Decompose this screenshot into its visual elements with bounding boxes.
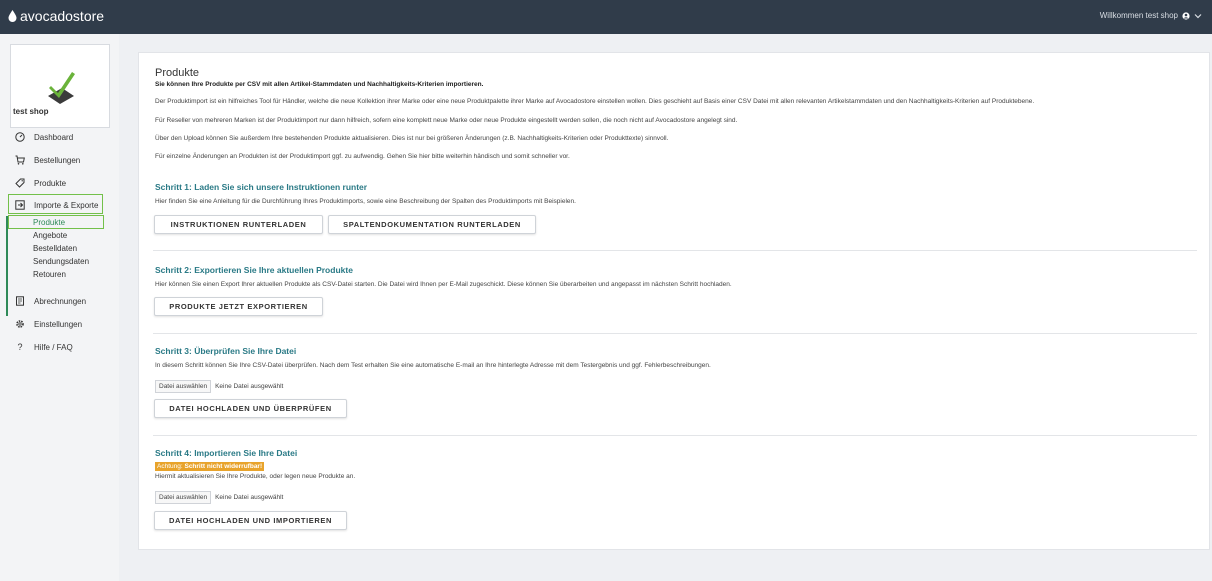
page-subtitle: Sie können Ihre Produkte per CSV mit all…	[155, 81, 484, 88]
sidebar-item-label: Bestellungen	[34, 155, 81, 165]
sidebar-item-einstellungen[interactable]: Einstellungen	[0, 313, 119, 335]
checkmark-logo-icon	[48, 72, 75, 104]
file-input-check[interactable]: Datei auswählen Keine Datei ausgewählt	[155, 380, 283, 393]
invoice-icon	[10, 296, 30, 306]
step3-desc: In diesem Schritt können Sie Ihre CSV-Da…	[155, 362, 711, 369]
step2-desc: Hier können Sie einen Export Ihrer aktue…	[155, 281, 732, 288]
avocado-icon	[8, 10, 17, 22]
subitem-angebote[interactable]: Angebote	[33, 231, 67, 240]
intro-paragraph: Für Reseller von mehreren Marken ist der…	[155, 117, 738, 124]
sidebar-item-dashboard[interactable]: Dashboard	[0, 126, 119, 148]
file-input-import[interactable]: Datei auswählen Keine Datei ausgewählt	[155, 491, 283, 504]
sidebar-item-label: Dashboard	[34, 132, 74, 142]
subitem-retouren[interactable]: Retouren	[33, 270, 66, 279]
warning-prefix: Achtung:	[157, 463, 183, 470]
tag-icon	[10, 178, 30, 188]
file-status: Keine Datei ausgewählt	[215, 383, 284, 390]
choose-file-button[interactable]: Datei auswählen	[155, 380, 212, 393]
step3-title: Schritt 3: Überprüfen Sie Ihre Datei	[155, 346, 297, 356]
step2-title: Schritt 2: Exportieren Sie Ihre aktuelle…	[155, 265, 353, 275]
export-products-button[interactable]: PRODUKTE JETZT EXPORTIEREN	[154, 297, 323, 316]
cart-icon	[10, 155, 30, 165]
top-bar: avocadostore Willkommen test shop	[0, 0, 1212, 34]
shop-name: test shop	[13, 107, 49, 116]
file-status: Keine Datei ausgewählt	[215, 494, 284, 501]
divider	[153, 333, 1197, 334]
user-menu[interactable]: Willkommen test shop	[1100, 11, 1202, 20]
upload-import-button[interactable]: DATEI HOCHLADEN UND IMPORTIEREN	[154, 511, 347, 530]
gear-icon	[10, 319, 30, 329]
choose-file-button[interactable]: Datei auswählen	[155, 491, 212, 504]
sidebar-item-hilfe[interactable]: ? Hilfe / FAQ	[0, 336, 119, 358]
step4-title: Schritt 4: Importieren Sie Ihre Datei	[155, 448, 298, 458]
step4-desc: Hiermit aktualisieren Sie Ihre Produkte,…	[155, 473, 356, 480]
welcome-text: Willkommen test shop	[1099, 11, 1178, 20]
user-icon	[1182, 11, 1190, 20]
page-title: Produkte	[155, 67, 200, 79]
subitem-bestelldaten[interactable]: Bestelldaten	[33, 244, 77, 253]
question-icon: ?	[17, 342, 23, 352]
upload-check-button[interactable]: DATEI HOCHLADEN UND ÜBERPRÜFEN	[154, 399, 347, 418]
step1-title: Schritt 1: Laden Sie sich unsere Instruk…	[155, 182, 368, 192]
sidebar-item-produkte[interactable]: Produkte	[0, 172, 119, 194]
sidebar-item-label: Hilfe / FAQ	[34, 342, 73, 352]
sidebar-item-label: Einstellungen	[34, 319, 83, 329]
warning-text: Schritt nicht widerrufbar!	[184, 463, 263, 470]
subitem-sendungsdaten[interactable]: Sendungsdaten	[33, 257, 89, 266]
brand-name: avocadostore	[20, 8, 105, 24]
sidebar-item-label: Importe & Exporte	[34, 200, 99, 210]
intro-paragraph: Über den Upload können Sie außerdem Ihre…	[155, 135, 669, 142]
chevron-down-icon	[1194, 13, 1202, 18]
download-instructions-button[interactable]: INSTRUKTIONEN RUNTERLADEN	[154, 215, 323, 234]
download-columns-doc-button[interactable]: SPALTENDOKUMENTATION RUNTERLADEN	[328, 215, 536, 234]
intro-paragraph: Der Produktimport ist ein hilfreiches To…	[155, 98, 1035, 105]
import-card: Produkte Sie können Ihre Produkte per CS…	[138, 52, 1210, 550]
sidebar-item-bestellungen[interactable]: Bestellungen	[0, 149, 119, 171]
sidebar: test shop Dashboard Bestellungen Produkt…	[0, 34, 119, 581]
step1-desc: Hier finden Sie eine Anleitung für die D…	[155, 198, 576, 205]
subitem-produkte[interactable]: Produkte	[33, 218, 65, 227]
import-icon	[10, 200, 30, 210]
brand-logo[interactable]: avocadostore	[8, 8, 104, 24]
sidebar-item-importe-exporte[interactable]: Importe & Exporte	[0, 194, 119, 216]
sidebar-item-abrechnungen[interactable]: Abrechnungen	[0, 290, 119, 312]
intro-paragraph: Für einzelne Änderungen an Produkten ist…	[155, 153, 570, 160]
divider	[153, 250, 1197, 251]
sidebar-item-label: Abrechnungen	[34, 296, 87, 306]
warning-badge: Achtung: Schritt nicht widerrufbar!	[155, 462, 265, 471]
divider	[153, 435, 1197, 436]
sidebar-item-label: Produkte	[34, 178, 67, 188]
speedometer-icon	[10, 132, 30, 142]
